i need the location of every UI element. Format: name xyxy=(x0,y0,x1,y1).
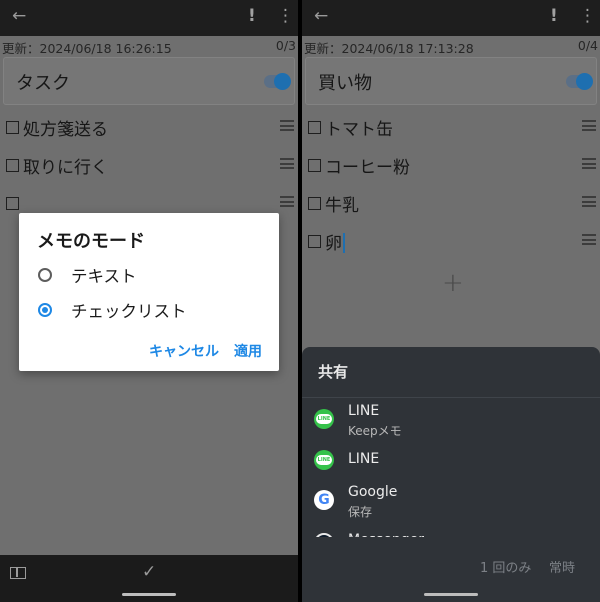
back-arrow-icon[interactable]: ← xyxy=(314,6,328,26)
checklist-item[interactable]: トマト缶 xyxy=(302,113,600,143)
sidebar-toggle-icon[interactable] xyxy=(10,567,26,579)
more-menu-icon[interactable]: ⋮ xyxy=(579,6,596,26)
checkbox[interactable] xyxy=(308,159,321,172)
line-icon: LINE xyxy=(314,409,334,429)
checklist-item-editing[interactable]: 卵 xyxy=(302,227,600,257)
memo-mode-dialog: メモのモード テキスト チェックリスト キャンセル 適用 xyxy=(19,213,279,371)
mode-option-text[interactable]: テキスト xyxy=(37,263,267,289)
memo-title-card[interactable]: タスク xyxy=(3,57,295,105)
app-subtitle: 保存 xyxy=(348,505,373,519)
gesture-home-bar[interactable] xyxy=(424,593,478,596)
checklist-item-text[interactable]: 処方箋送る xyxy=(23,115,108,140)
google-icon: G xyxy=(314,490,334,510)
checklist-item-text[interactable]: 牛乳 xyxy=(325,191,359,216)
done-check-icon[interactable]: ✓ xyxy=(142,562,156,582)
updated-timestamp: 更新：2024/06/18 17:13:28 xyxy=(304,41,474,56)
checkbox[interactable] xyxy=(308,121,321,134)
drag-handle-icon[interactable] xyxy=(582,158,596,169)
checkbox[interactable] xyxy=(308,235,321,248)
pin-toggle[interactable] xyxy=(264,73,291,90)
dialog-title: メモのモード xyxy=(37,231,145,252)
share-target-line[interactable]: LINE LINE xyxy=(302,449,600,489)
checked-counter: 0/3 xyxy=(275,38,296,53)
checklist-item-text[interactable]: 卵 xyxy=(325,234,342,254)
divider xyxy=(302,397,600,398)
cancel-button[interactable]: キャンセル xyxy=(149,341,219,361)
drag-handle-icon[interactable] xyxy=(582,120,596,131)
checklist-item-input[interactable]: 卵 xyxy=(325,229,345,254)
memo-title[interactable]: タスク xyxy=(16,69,70,95)
drag-handle-icon[interactable] xyxy=(280,120,294,131)
just-once-button[interactable]: 1 回のみ xyxy=(480,557,531,576)
app-name: LINE xyxy=(348,403,380,419)
left-screen: ← ! ⋮ 更新：2024/06/18 16:26:15 0/3 タスク 処方箋… xyxy=(0,0,298,602)
checklist-item[interactable]: 牛乳 xyxy=(302,189,600,219)
add-item-icon[interactable]: + xyxy=(442,268,464,298)
checklist-item[interactable]: 処方箋送る xyxy=(0,113,298,143)
back-arrow-icon[interactable]: ← xyxy=(12,6,26,26)
checkbox[interactable] xyxy=(6,159,19,172)
checklist-item-text[interactable]: コーヒー粉 xyxy=(325,153,410,178)
checkbox[interactable] xyxy=(308,197,321,210)
always-button[interactable]: 常時 xyxy=(549,557,575,576)
pin-toggle[interactable] xyxy=(566,73,593,90)
checklist-item[interactable]: 取りに行く xyxy=(0,151,298,181)
more-menu-icon[interactable]: ⋮ xyxy=(277,6,294,26)
apply-button[interactable]: 適用 xyxy=(234,341,262,361)
radio-button-checklist[interactable] xyxy=(38,303,52,317)
checkbox[interactable] xyxy=(6,197,19,210)
line-icon: LINE xyxy=(314,450,334,470)
checklist-item-text[interactable]: 取りに行く xyxy=(23,153,108,178)
alert-icon[interactable]: ! xyxy=(248,6,256,26)
drag-handle-icon[interactable] xyxy=(582,234,596,245)
alert-icon[interactable]: ! xyxy=(550,6,558,26)
drag-handle-icon[interactable] xyxy=(280,196,294,207)
checklist-item-text[interactable]: トマト缶 xyxy=(325,115,393,140)
app-name: Google xyxy=(348,484,398,500)
text-cursor xyxy=(343,233,345,253)
share-sheet-title: 共有 xyxy=(318,363,349,381)
radio-button-text[interactable] xyxy=(38,268,52,282)
bottom-bar: ✓ xyxy=(0,555,298,602)
checkbox[interactable] xyxy=(6,121,19,134)
top-app-bar: ← ! ⋮ xyxy=(302,0,600,36)
drag-handle-icon[interactable] xyxy=(280,158,294,169)
mode-option-checklist[interactable]: チェックリスト xyxy=(37,298,267,324)
share-sheet: 共有 LINE LINE Keepメモ LINE LINE G Google 保… xyxy=(302,347,600,602)
drag-handle-icon[interactable] xyxy=(582,196,596,207)
right-screen: ← ! ⋮ 更新：2024/06/18 17:13:28 0/4 買い物 トマト… xyxy=(302,0,600,602)
top-app-bar: ← ! ⋮ xyxy=(0,0,298,36)
app-name: LINE xyxy=(348,451,380,467)
checklist-item[interactable]: コーヒー粉 xyxy=(302,151,600,181)
mode-option-label[interactable]: テキスト xyxy=(71,263,137,287)
updated-timestamp: 更新：2024/06/18 16:26:15 xyxy=(2,41,172,56)
memo-title-card[interactable]: 買い物 xyxy=(305,57,597,105)
checked-counter: 0/4 xyxy=(577,38,598,53)
gesture-home-bar[interactable] xyxy=(122,593,176,596)
share-target-line-keep[interactable]: LINE LINE Keepメモ xyxy=(302,403,600,443)
mode-option-label[interactable]: チェックリスト xyxy=(71,298,187,322)
share-target-google[interactable]: G Google 保存 xyxy=(302,484,600,524)
memo-title[interactable]: 買い物 xyxy=(318,69,372,95)
app-subtitle: Keepメモ xyxy=(348,424,402,438)
